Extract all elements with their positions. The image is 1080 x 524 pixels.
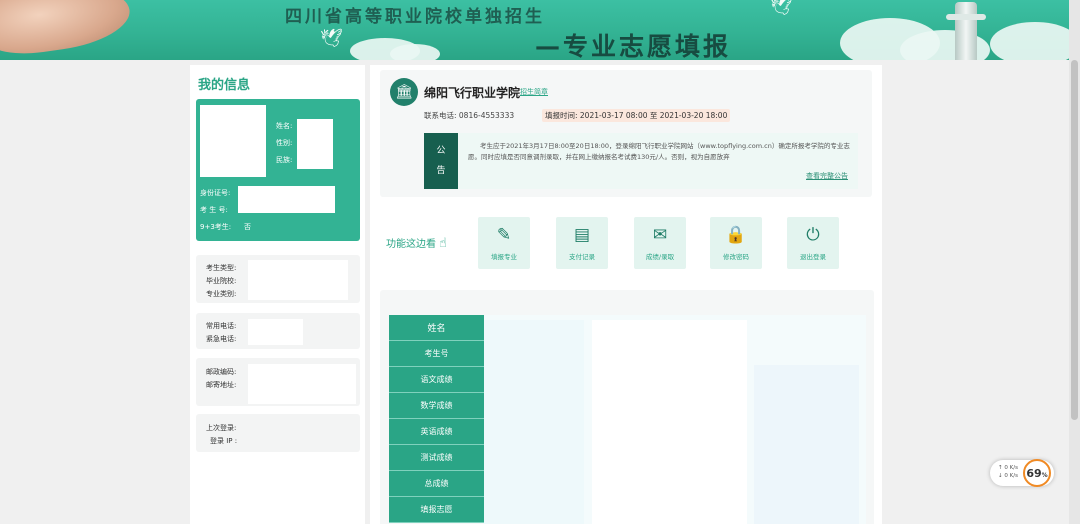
banner-title-bottom: —专业志愿填报 [535, 32, 732, 60]
cloud-graphic [990, 22, 1080, 60]
school-logo-icon: 🏛 [390, 78, 418, 106]
score-admission-label: 成绩/录取 [645, 253, 675, 261]
login-section: 上次登录: 登录 IP : [196, 414, 360, 452]
brochure-link[interactable]: 招生简章 [520, 87, 548, 97]
score-admission-button[interactable]: ✉ 成绩/录取 [634, 217, 686, 269]
functions-label-text: 功能这边看 [386, 239, 436, 250]
upload-speed: ↑ 0 K/s [998, 465, 1018, 471]
ethnicity-label: 民族: [276, 156, 293, 164]
dove-icon: 🕊 [320, 28, 343, 49]
score-values-block [592, 320, 747, 524]
scrollbar-thumb[interactable] [1071, 60, 1078, 420]
fill-major-button[interactable]: ✎ 填报专业 [478, 217, 530, 269]
notice-tag-char: 告 [436, 166, 446, 176]
power-icon: ⏻ [806, 225, 820, 245]
lock-icon: 🔒 [725, 225, 747, 245]
speed-readout: ↑ 0 K/s ↓ 0 K/s [998, 464, 1018, 480]
profile-title: 我的信息 [198, 78, 251, 93]
name-gender-ethnicity-value [297, 119, 333, 169]
main-panel: 🏛 绵阳飞行职业学院 招生简章 联系电话: 0816-4553333 填报时间:… [370, 65, 882, 524]
candidate-info-value [248, 260, 348, 300]
graduate-school-label: 毕业院校: [206, 277, 237, 285]
hand-graphic [0, 0, 134, 60]
dove-icon: 🕊 [770, 0, 793, 17]
score-row-total: 总成绩 [389, 471, 484, 497]
score-table: 姓名 考生号 语文成绩 数学成绩 英语成绩 测试成绩 总成绩 填报志愿 [380, 290, 874, 524]
score-row-english: 英语成绩 [389, 419, 484, 445]
notice-text: 考生应于2021年3月17日8:00至20日18:00，登录绵阳飞行职业学院网站… [468, 142, 850, 161]
huabiao-pillar-top [946, 14, 986, 20]
phone-label: 常用电话: [206, 322, 237, 330]
functions-label: 功能这边看 ☝ [386, 235, 447, 251]
logout-label: 退出登录 [800, 253, 826, 261]
cloud-graphic [390, 44, 440, 60]
candidate-info-section: 考生类型: 毕业院校: 专业类别: [196, 255, 360, 303]
payment-record-button[interactable]: ▤ 支付记录 [556, 217, 608, 269]
score-row-exam-number: 考生号 [389, 341, 484, 367]
school-name: 绵阳飞行职业学院 [424, 86, 521, 100]
logout-button[interactable]: ⏻ 退出登录 [787, 217, 839, 269]
notice-box: 考生应于2021年3月17日8:00至20日18:00，登录绵阳飞行职业学院网站… [458, 133, 858, 189]
nine-three-value: 否 [244, 223, 251, 231]
id-card: 姓名: 性别: 民族: 身份证号: 考 生 号: 9+3考生: 否 [196, 99, 360, 241]
view-full-notice-link[interactable]: 查看完整公告 [806, 171, 848, 181]
notice-tag-char: 公 [436, 146, 446, 156]
major-category-label: 专业类别: [206, 290, 237, 298]
notice-tag: 公 告 [424, 133, 458, 189]
address-section: 邮政编码: 邮寄地址: [196, 358, 360, 406]
name-label: 姓名: [276, 122, 293, 130]
score-row-name: 姓名 [389, 315, 484, 341]
header-banner: 🕊 🕊 四川省高等职业院校单独招生 —专业志愿填报 [0, 0, 1080, 60]
change-password-label: 修改密码 [723, 253, 749, 261]
contact-value [248, 319, 303, 345]
score-labels: 姓名 考生号 语文成绩 数学成绩 英语成绩 测试成绩 总成绩 填报志愿 [389, 315, 484, 523]
gender-label: 性别: [276, 139, 293, 147]
score-row-math: 数学成绩 [389, 393, 484, 419]
banner-title-top: 四川省高等职业院校单独招生 [285, 7, 545, 27]
emergency-phone-label: 紧急电话: [206, 335, 237, 343]
pointing-hand-icon: ☝ [439, 236, 447, 251]
profile-panel: 我的信息 姓名: 性别: 民族: 身份证号: 考 生 号: 9+3考生: 否 考… [190, 65, 365, 524]
contact-phone: 联系电话: 0816-4553333 [424, 111, 515, 120]
score-values-area [484, 315, 866, 524]
address-value [248, 364, 356, 404]
pencil-icon: ✎ [496, 225, 512, 245]
page-scrollbar[interactable] [1069, 0, 1080, 524]
id-exam-number-value [238, 186, 335, 213]
nine-three-label: 9+3考生: [200, 223, 232, 231]
envelope-icon: ✉ [652, 225, 668, 245]
receipt-icon: ▤ [573, 225, 591, 245]
change-password-button[interactable]: 🔒 修改密码 [710, 217, 762, 269]
score-row-chinese: 语文成绩 [389, 367, 484, 393]
score-values-block [754, 365, 859, 524]
network-speed-widget[interactable]: ↑ 0 K/s ↓ 0 K/s 69% [990, 459, 1054, 487]
score-row-test: 测试成绩 [389, 445, 484, 471]
memory-usage-circle[interactable]: 69% [1023, 459, 1051, 487]
contact-section: 常用电话: 紧急电话: [196, 313, 360, 349]
memory-usage-percent: 69% [1026, 466, 1048, 480]
score-values-block [484, 320, 584, 524]
address-label: 邮寄地址: [206, 381, 237, 389]
login-ip-label: 登录 IP : [210, 437, 238, 445]
download-speed: ↓ 0 K/s [998, 473, 1018, 479]
id-number-label: 身份证号: [200, 189, 231, 197]
fill-major-label: 填报专业 [491, 253, 517, 261]
score-row-choice: 填报志愿 [389, 497, 484, 523]
last-login-label: 上次登录: [206, 424, 237, 432]
fill-time-badge: 填报时间: 2021-03-17 08:00 至 2021-03-20 18:0… [542, 109, 731, 122]
school-card: 🏛 绵阳飞行职业学院 招生简章 联系电话: 0816-4553333 填报时间:… [380, 70, 872, 197]
avatar [200, 105, 266, 177]
huabiao-pillar-graphic [955, 2, 977, 60]
postcode-label: 邮政编码: [206, 368, 237, 376]
exam-number-label: 考 生 号: [200, 206, 228, 214]
payment-record-label: 支付记录 [569, 253, 595, 261]
candidate-type-label: 考生类型: [206, 264, 237, 272]
